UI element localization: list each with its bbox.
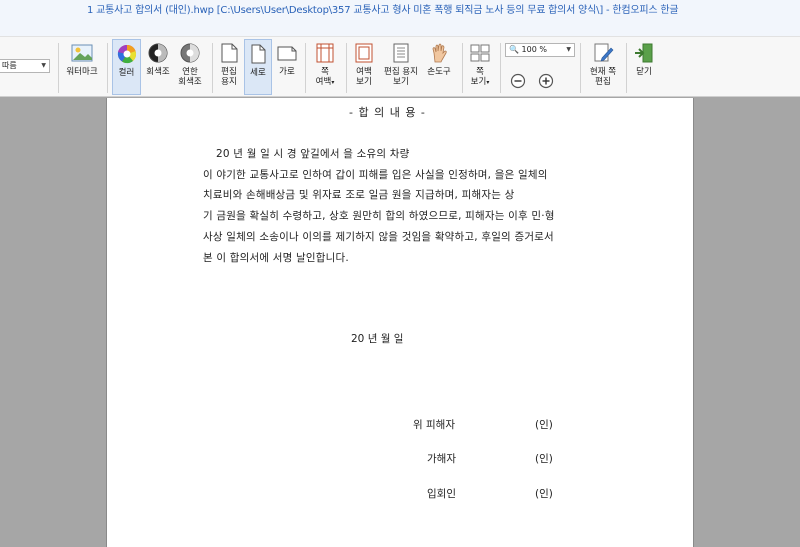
agreement-paragraph: 20 년 월 일 시 경 앞길에서 을 소유의 차량 이 야기한 교통사고로 인… (203, 144, 598, 268)
document-page: - 합 의 내 용 - 20 년 월 일 시 경 앞길에서 을 소유의 차량 이… (106, 98, 694, 547)
watermark-label: 워터마크 (66, 67, 98, 77)
paragraph-line: 이 야기한 교통사고로 인하여 갑이 피해를 입은 사실을 인정하며, 을은 일… (203, 168, 548, 181)
light-grayscale-label: 연한 회색조 (178, 67, 202, 87)
paragraph-line: 20 년 월 일 시 경 앞길에서 을 소유의 차량 (216, 148, 410, 160)
separator (58, 43, 59, 93)
page-view-label: 쪽 보기▾ (470, 67, 490, 87)
separator (305, 43, 306, 93)
paragraph-line: 본 이 합의서에 서명 날인합니다. (203, 251, 349, 264)
portrait-page-icon (251, 44, 266, 64)
zoom-in-icon[interactable] (538, 73, 554, 89)
separator (580, 43, 581, 93)
edit-paper-view-icon (393, 43, 409, 63)
hand-tool-button[interactable]: 손도구 (423, 39, 455, 95)
paper-icon (221, 43, 238, 63)
paragraph-line: 사상 일체의 소송이나 이의를 제기하지 않을 것임을 확약하고, 후일의 증거… (203, 230, 554, 243)
document-heading: - 합 의 내 용 - (349, 106, 426, 119)
edit-paper-view-button[interactable]: 편집 용지 보기 (381, 39, 421, 95)
landscape-button[interactable]: 가로 (273, 39, 301, 95)
chevron-down-icon: ▼ (566, 46, 571, 53)
color-label: 컬러 (118, 68, 135, 78)
separator (346, 43, 347, 93)
separator (626, 43, 627, 93)
color-button[interactable]: 컬러 (112, 39, 141, 95)
signature-seal-victim: (인) (535, 419, 553, 431)
color-wheel-icon (117, 44, 136, 64)
margin-view-button[interactable]: 여백 보기 (349, 39, 379, 95)
light-grayscale-icon (180, 43, 200, 63)
watermark-icon (71, 44, 93, 62)
exit-door-icon (635, 43, 653, 63)
current-page-edit-button[interactable]: 현재 쪽 편집 (584, 39, 622, 95)
edit-paper-view-label: 편집 용지 보기 (384, 67, 418, 87)
hand-tool-label: 손도구 (427, 67, 451, 77)
portrait-button[interactable]: 세로 (244, 39, 272, 95)
left-combo[interactable]: 따름 ▼ (0, 59, 50, 73)
zoom-value: 100 % (521, 45, 547, 54)
separator (107, 43, 108, 93)
page-view-icon (470, 44, 490, 62)
signature-role-witness: 입회인 (427, 488, 456, 500)
paragraph-line: 치료비와 손해배상금 및 위자료 조로 일금 원을 지급하며, 피해자는 상 (203, 189, 515, 202)
grayscale-icon (148, 43, 168, 63)
landscape-page-icon (277, 46, 297, 61)
close-preview-button[interactable]: 닫기 (630, 39, 658, 95)
chevron-down-icon: ▼ (41, 62, 46, 69)
zoom-combo[interactable]: 🔍 100 % ▼ (505, 43, 575, 57)
zoom-out-icon[interactable] (510, 73, 526, 89)
separator (212, 43, 213, 93)
page-margin-button[interactable]: 쪽 여백▾ (308, 39, 342, 95)
page-edit-icon (594, 43, 614, 62)
separator (462, 43, 463, 93)
edit-paper-label: 편집 용지 (221, 67, 237, 87)
portrait-label: 세로 (250, 68, 266, 78)
current-page-edit-label: 현재 쪽 편집 (589, 67, 617, 87)
print-preview-ribbon: 따름 ▼ 워터마크 컬러 회색조 연한 회색조 편집 용지 세로 가로 쪽 여백… (0, 36, 800, 97)
signature-seal-witness: (인) (535, 488, 553, 500)
hand-icon (432, 43, 447, 63)
date-line: 20 년 월 일 (351, 333, 404, 345)
margin-view-label: 여백 보기 (356, 67, 372, 87)
page-margin-label: 쪽 여백▾ (315, 67, 335, 87)
title-bar: 1 교통사고 합의서 (대인).hwp [C:\Users\User\Deskt… (0, 0, 800, 36)
close-label: 닫기 (636, 67, 652, 77)
watermark-button[interactable]: 워터마크 (62, 39, 102, 95)
landscape-label: 가로 (279, 67, 295, 77)
page-view-button[interactable]: 쪽 보기▾ (465, 39, 495, 95)
separator (500, 43, 501, 93)
grayscale-button[interactable]: 회색조 (143, 39, 173, 95)
grayscale-label: 회색조 (146, 67, 170, 77)
signature-seal-offender: (인) (535, 453, 553, 465)
left-combo-value: 따름 (2, 61, 17, 70)
window-title: 1 교통사고 합의서 (대인).hwp [C:\Users\User\Deskt… (87, 5, 679, 16)
page-margin-icon (316, 43, 334, 63)
light-grayscale-button[interactable]: 연한 회색조 (174, 39, 206, 95)
signature-role-offender: 가해자 (427, 453, 456, 465)
margin-view-icon (355, 43, 373, 63)
paragraph-line: 기 금원을 확실히 수령하고, 상호 원만히 합의 하였으므로, 피해자는 이후… (203, 210, 555, 223)
signature-role-victim: 위 피해자 (413, 419, 455, 431)
edit-paper-button[interactable]: 편집 용지 (215, 39, 243, 95)
magnifier-icon: 🔍 (509, 45, 519, 54)
